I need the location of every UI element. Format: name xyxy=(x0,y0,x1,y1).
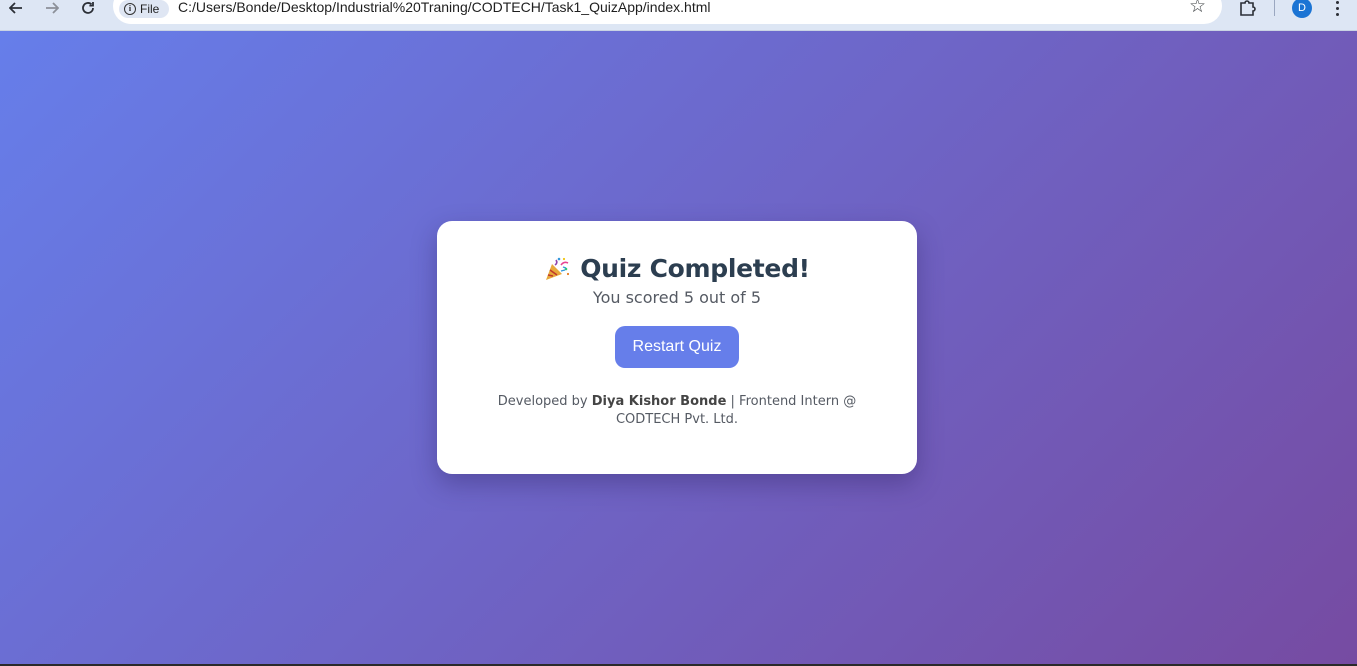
extensions-icon[interactable] xyxy=(1239,0,1257,16)
party-popper-icon xyxy=(546,257,570,280)
forward-arrow-icon[interactable] xyxy=(40,0,64,16)
result-title: Quiz Completed! xyxy=(437,254,917,283)
page-viewport: Quiz Completed! You scored 5 out of 5 Re… xyxy=(0,31,1357,664)
star-icon[interactable]: ☆ xyxy=(1189,0,1206,16)
url-text[interactable]: C:/Users/Bonde/Desktop/Industrial%20Tran… xyxy=(178,0,711,15)
quiz-result-card: Quiz Completed! You scored 5 out of 5 Re… xyxy=(437,221,917,474)
site-chip-label: File xyxy=(140,2,160,16)
reload-icon[interactable] xyxy=(76,0,100,16)
toolbar-divider xyxy=(1274,0,1275,16)
browser-toolbar: i File C:/Users/Bonde/Desktop/Industrial… xyxy=(0,0,1357,31)
credit-prefix: Developed by xyxy=(497,394,588,409)
menu-icon[interactable] xyxy=(1331,0,1343,16)
result-title-text: Quiz Completed! xyxy=(580,254,810,283)
back-arrow-icon[interactable] xyxy=(4,0,28,16)
address-bar[interactable]: i File C:/Users/Bonde/Desktop/Industrial… xyxy=(113,0,1222,24)
developer-credit: Developed by Diya Kishor Bonde | Fronten… xyxy=(467,393,887,429)
score-text: You scored 5 out of 5 xyxy=(592,288,762,307)
author-name: Diya Kishor Bonde xyxy=(591,394,727,409)
info-icon: i xyxy=(124,3,136,15)
restart-quiz-button[interactable]: Restart Quiz xyxy=(615,326,739,368)
profile-avatar[interactable]: D xyxy=(1292,0,1312,18)
site-info-chip[interactable]: i File xyxy=(119,0,169,18)
